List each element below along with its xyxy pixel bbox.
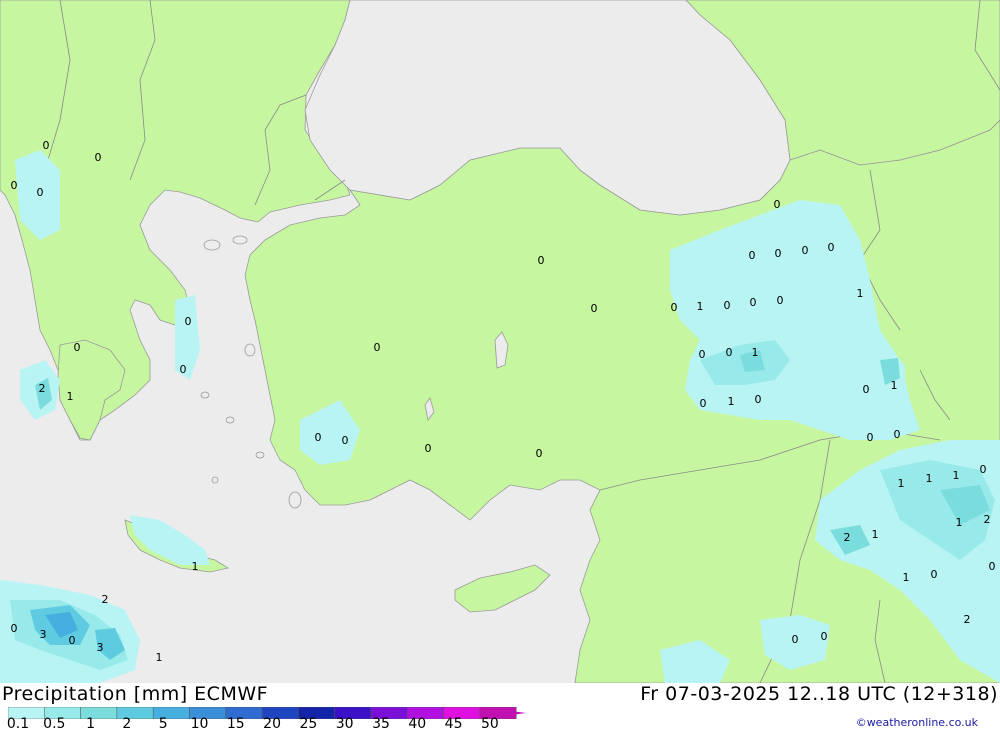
precip-value-label: 0 (185, 315, 192, 328)
color-scale-label: 0.5 (43, 716, 66, 732)
precip-value-label: 1 (898, 477, 905, 490)
precip-value-label: 1 (67, 390, 74, 403)
precip-value-label: 0 (425, 442, 432, 455)
precip-value-label: 0 (775, 247, 782, 260)
precip-value-label: 0 (755, 393, 762, 406)
precip-value-label: 1 (953, 469, 960, 482)
precip-value-label: 0 (591, 302, 598, 315)
precip-value-label: 1 (926, 472, 933, 485)
precip-value-label: 0 (821, 630, 828, 643)
precip-value-label: 0 (867, 431, 874, 444)
color-scale-label: 50 (480, 716, 499, 732)
color-scale-label: 5 (158, 716, 168, 732)
precip-value-label: 1 (697, 300, 704, 313)
precip-value-label: 0 (11, 622, 18, 635)
precip-value-label: 2 (39, 382, 46, 395)
precip-value-label: 2 (984, 513, 991, 526)
precip-value-label: 0 (699, 348, 706, 361)
precip-value-label: 0 (802, 244, 809, 257)
precip-value-label: 0 (750, 296, 757, 309)
precip-value-label: 0 (774, 198, 781, 211)
precip-value-label: 0 (69, 634, 76, 647)
precip-value-label: 2 (102, 593, 109, 606)
precip-value-label: 0 (43, 139, 50, 152)
precip-value-label: 3 (97, 641, 104, 654)
precip-value-label: 2 (964, 613, 971, 626)
precip-value-label: 0 (315, 431, 322, 444)
precip-value-label: 0 (724, 299, 731, 312)
color-scale-label: 10 (190, 716, 209, 732)
precip-value-label: 3 (40, 628, 47, 641)
precip-value-label: 0 (538, 254, 545, 267)
precip-value-label: 0 (11, 179, 18, 192)
color-scale-label: 20 (263, 716, 282, 732)
precip-value-label: 1 (891, 379, 898, 392)
color-scale-label: 1 (86, 716, 96, 732)
precip-value-label: 0 (95, 151, 102, 164)
precip-value-label: 0 (931, 568, 938, 581)
precip-value-label: 0 (700, 397, 707, 410)
precip-value-label: 1 (156, 651, 163, 664)
precip-value-label: 0 (863, 383, 870, 396)
precip-value-label: 0 (792, 633, 799, 646)
precip-value-label: 1 (857, 287, 864, 300)
credit-link[interactable]: ©weatheronline.co.uk (856, 716, 978, 729)
precip-value-label: 0 (342, 434, 349, 447)
precip-value-label: 1 (728, 395, 735, 408)
precip-value-label: 0 (749, 249, 756, 262)
precipitation-map: 0 0 0 0 0 0 0 0 0 0 0 0 0 0 0 0 0 0 0 0 0 0 0 0 0 0 0 0 0 0 0 0 0 0 0 0 0 1 1 1… (0, 0, 1000, 683)
precip-value-label: 0 (74, 341, 81, 354)
color-scale-label: 25 (299, 716, 318, 732)
precip-value-label: 1 (872, 528, 879, 541)
color-scale-label: 40 (408, 716, 427, 732)
map-footer: Precipitation [mm] ECMWF Fr 07-03-2025 1… (0, 683, 1000, 733)
precip-value-label: 1 (752, 346, 759, 359)
precip-value-label: 0 (828, 241, 835, 254)
precip-value-label: 0 (37, 186, 44, 199)
map-title: Precipitation [mm] ECMWF (2, 683, 269, 705)
precip-value-label: 0 (180, 363, 187, 376)
precip-value-label: 0 (671, 301, 678, 314)
color-scale-label: 45 (444, 716, 463, 732)
color-scale-label: 30 (335, 716, 354, 732)
precip-value-label: 2 (844, 531, 851, 544)
color-scale-label: 0.1 (6, 716, 30, 732)
precip-value-label: 0 (726, 346, 733, 359)
precip-value-label: 0 (374, 341, 381, 354)
precip-value-label: 0 (536, 447, 543, 460)
color-scale-label: 15 (226, 716, 245, 732)
precip-value-label: 1 (903, 571, 910, 584)
color-scale-label: 35 (372, 716, 390, 732)
precip-value-label: 1 (956, 516, 963, 529)
precip-value-label: 0 (989, 560, 996, 573)
precip-value-label: 0 (777, 294, 784, 307)
valid-time: Fr 07-03-2025 12..18 UTC (12+318) (640, 683, 998, 705)
precip-value-label: 0 (894, 428, 901, 441)
precip-value-label: 0 (980, 463, 987, 476)
color-scale-label: 2 (122, 716, 132, 732)
precip-value-label: 1 (192, 560, 199, 573)
